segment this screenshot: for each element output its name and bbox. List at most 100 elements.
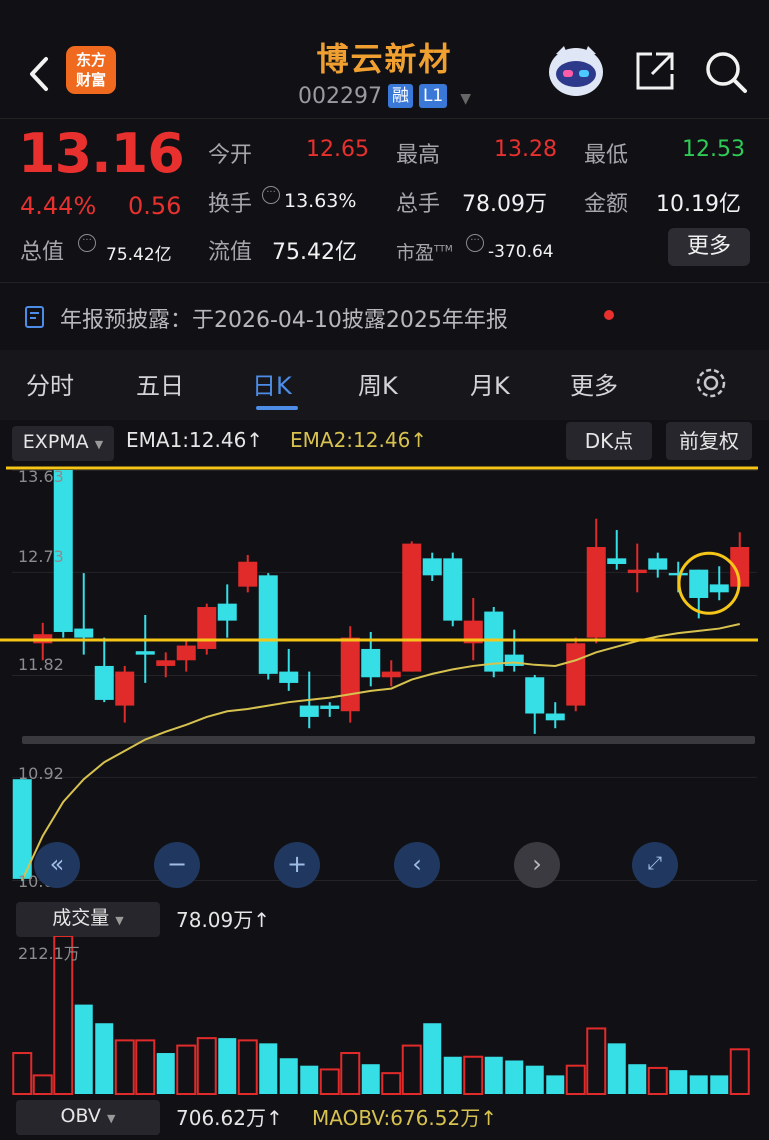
- gear-icon[interactable]: [694, 366, 728, 400]
- indicator-select[interactable]: EXPMA ▼: [12, 426, 114, 461]
- volume-bar: [74, 1004, 93, 1094]
- pe-info-icon[interactable]: ···: [466, 234, 484, 252]
- prev-icon[interactable]: ‹: [394, 842, 440, 888]
- maobv-legend: MAOBV:676.52万↑: [312, 1106, 497, 1130]
- volume-bar: [218, 1038, 237, 1094]
- candle-body: [668, 573, 688, 576]
- candle-body: [566, 643, 586, 706]
- open-label: 今开: [208, 143, 253, 168]
- turnover-value: 13.63%: [284, 190, 357, 212]
- ema-line: [21, 623, 740, 881]
- candle-body: [299, 705, 319, 717]
- candle-body: [258, 575, 278, 674]
- fullscreen-icon[interactable]: ⤢: [632, 842, 678, 888]
- margin-tag: 融: [387, 84, 413, 108]
- volume-bar: [423, 1023, 442, 1094]
- candle-body: [648, 558, 668, 570]
- volume-bar: [176, 1044, 197, 1095]
- volume-bar: [361, 1064, 380, 1094]
- volume-bar: [669, 1070, 688, 1094]
- volume-bar: [443, 1056, 462, 1094]
- volume-bar: [95, 1023, 114, 1094]
- volume-bar: [505, 1060, 524, 1094]
- amount-value: 10.19亿: [656, 192, 741, 217]
- candle-body: [709, 584, 729, 593]
- volume-bar: [381, 1072, 402, 1095]
- mktcap-value: 75.42亿: [106, 245, 172, 265]
- tab-fenshi[interactable]: 分时: [26, 366, 74, 401]
- tab-daily-k[interactable]: 日K: [252, 366, 292, 401]
- tab-active-underline: [256, 406, 298, 410]
- y-tick-2: 12.73: [18, 547, 64, 566]
- volume-bar: [729, 1048, 750, 1095]
- turnover-info-icon[interactable]: ···: [262, 186, 280, 204]
- candle-body: [361, 648, 381, 678]
- volume-bar: [710, 1075, 729, 1094]
- turnover-label: 换手: [208, 192, 253, 217]
- candle-body: [238, 561, 258, 587]
- low-value: 12.53: [682, 137, 745, 162]
- tab-more[interactable]: 更多: [570, 366, 618, 401]
- volume-bar: [237, 1039, 258, 1095]
- mktcap-label: 总值: [20, 240, 65, 265]
- dropdown-icon[interactable]: ▼: [460, 91, 471, 107]
- float-value: 75.42亿: [272, 240, 357, 265]
- volume-bar: [114, 1039, 135, 1095]
- ema2-legend: EMA2:12.46↑: [290, 428, 428, 452]
- tab-wuri[interactable]: 五日: [136, 366, 184, 401]
- volume-bar: [319, 1068, 340, 1095]
- zoom-out-icon[interactable]: −: [154, 842, 200, 888]
- volume-label: 总手: [396, 192, 441, 217]
- share-icon[interactable]: [634, 50, 678, 92]
- candle-body: [627, 569, 647, 574]
- volume-bar: [586, 1027, 607, 1095]
- notice-text: 年报预披露：于2026-04-10披露2025年年报: [60, 308, 508, 333]
- candle-body: [422, 558, 442, 576]
- volume-bar: [628, 1064, 647, 1094]
- change-percent: 4.44%: [20, 192, 97, 220]
- obv-legend: 706.62万↑: [176, 1106, 283, 1130]
- volume-value: 78.09万: [462, 192, 547, 217]
- kline-chart[interactable]: [0, 460, 769, 900]
- candle-body: [197, 607, 217, 649]
- y-tick-4: 10.92: [18, 764, 64, 783]
- current-price: 13.16: [18, 122, 185, 185]
- rewind-icon[interactable]: «: [34, 842, 80, 888]
- more-button[interactable]: 更多: [668, 228, 750, 266]
- robot-avatar-icon[interactable]: [546, 42, 606, 98]
- volume-bar: [135, 1039, 156, 1095]
- indicator-name: EXPMA: [22, 431, 89, 453]
- volume-chart[interactable]: [0, 936, 769, 1098]
- stock-code: 002297: [297, 84, 382, 109]
- next-icon[interactable]: ›: [514, 842, 560, 888]
- volume-bar: [32, 1074, 53, 1095]
- volume-bar: [463, 1055, 484, 1095]
- volume-max-label: 212.1万: [18, 944, 80, 963]
- candle-body: [74, 628, 94, 638]
- candle-body: [607, 558, 627, 565]
- volume-indicator-select[interactable]: 成交量 ▼: [16, 902, 160, 937]
- volume-bar: [300, 1065, 319, 1094]
- candle-body: [340, 637, 360, 712]
- tab-weekly-k[interactable]: 周K: [358, 366, 398, 401]
- tab-monthly-k[interactable]: 月K: [470, 366, 510, 401]
- amount-label: 金额: [584, 192, 629, 217]
- candle-body: [156, 660, 176, 666]
- candle-body: [586, 547, 606, 638]
- candle-body: [176, 645, 196, 661]
- high-value: 13.28: [494, 137, 557, 162]
- volume-bar: [12, 1052, 33, 1096]
- dk-point-button[interactable]: DK点: [566, 422, 652, 460]
- zoom-in-icon[interactable]: +: [274, 842, 320, 888]
- obv-indicator-select[interactable]: OBV ▼: [16, 1100, 160, 1135]
- search-icon[interactable]: [704, 50, 748, 94]
- volume-bar: [340, 1052, 361, 1096]
- candle-body: [381, 671, 401, 678]
- volume-legend: 78.09万↑: [176, 908, 271, 932]
- volume-bar: [565, 1064, 586, 1095]
- open-value: 12.65: [306, 137, 369, 162]
- adjust-button[interactable]: 前复权: [666, 422, 752, 460]
- low-label: 最低: [584, 143, 629, 168]
- mktcap-info-icon[interactable]: ···: [78, 234, 96, 252]
- volume-bar: [156, 1053, 175, 1094]
